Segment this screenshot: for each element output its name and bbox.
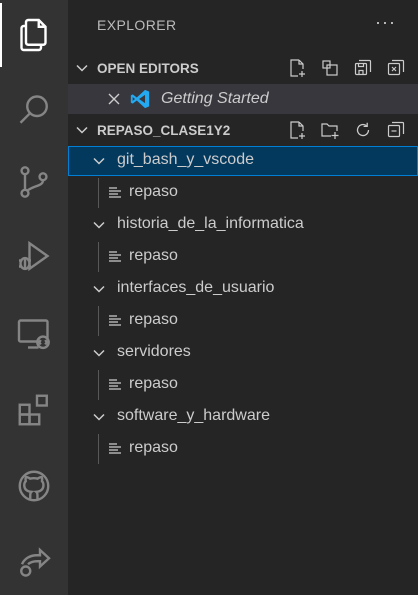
chevron-down-icon bbox=[76, 64, 88, 72]
extensions-icon bbox=[18, 394, 48, 426]
explorer-sidebar: EXPLORER ··· OPEN EDITORS Getting Starte… bbox=[68, 0, 418, 595]
search-icon bbox=[19, 95, 48, 124]
file-label: repaso bbox=[129, 247, 178, 264]
chevron-down-icon bbox=[93, 221, 105, 229]
explorer-header: EXPLORER ··· bbox=[68, 0, 418, 50]
run-debug-icon bbox=[19, 240, 50, 272]
collapse-folders-button[interactable] bbox=[385, 119, 407, 141]
chevron-down-icon bbox=[93, 285, 105, 293]
refresh-explorer-button[interactable] bbox=[352, 119, 374, 141]
folder-label: interfaces_de_usuario bbox=[117, 279, 275, 296]
file-item[interactable]: repaso bbox=[68, 370, 418, 400]
open-editors-title: OPEN EDITORS bbox=[97, 60, 199, 76]
new-folder-icon bbox=[321, 123, 339, 139]
explorer-title: EXPLORER bbox=[97, 17, 177, 33]
close-icon[interactable] bbox=[106, 91, 122, 107]
vscode-icon bbox=[130, 89, 150, 109]
save-all-icon bbox=[354, 59, 372, 76]
new-file-button[interactable] bbox=[286, 119, 308, 141]
folder-label: historia_de_la_informatica bbox=[117, 215, 304, 232]
files-icon bbox=[20, 18, 47, 52]
extensions-activity[interactable] bbox=[0, 378, 68, 442]
live-share-icon bbox=[20, 547, 51, 577]
save-all-button[interactable] bbox=[352, 57, 374, 79]
search-activity[interactable] bbox=[0, 78, 68, 142]
activity-bar bbox=[0, 0, 68, 595]
file-item[interactable]: repaso bbox=[68, 306, 418, 336]
more-actions-icon[interactable]: ··· bbox=[375, 12, 396, 33]
file-lines-icon bbox=[109, 315, 121, 326]
open-editor-label: Getting Started bbox=[161, 90, 269, 107]
github-icon bbox=[18, 470, 50, 502]
run-debug-activity[interactable] bbox=[0, 224, 68, 288]
chevron-down-icon bbox=[93, 349, 105, 357]
file-label: repaso bbox=[129, 183, 178, 200]
folder-git-bash-y-vscode[interactable]: git_bash_y_vscode bbox=[68, 146, 418, 176]
file-item[interactable]: repaso bbox=[68, 242, 418, 272]
file-item[interactable]: repaso bbox=[68, 178, 418, 208]
folder-label: git_bash_y_vscode bbox=[117, 151, 254, 168]
explorer-activity[interactable] bbox=[0, 3, 68, 67]
file-item[interactable]: repaso bbox=[68, 434, 418, 464]
folder-label: servidores bbox=[117, 343, 191, 360]
new-untitled-file-button[interactable] bbox=[286, 57, 308, 79]
toggle-vertical-layout-button[interactable] bbox=[319, 57, 341, 79]
folder-servidores[interactable]: servidores bbox=[68, 338, 418, 368]
file-lines-icon bbox=[109, 251, 121, 262]
new-file-icon bbox=[290, 121, 305, 139]
chevron-down-icon bbox=[93, 413, 105, 421]
refresh-icon bbox=[356, 122, 370, 137]
close-all-editors-button[interactable] bbox=[385, 57, 407, 79]
file-lines-icon bbox=[109, 443, 121, 454]
chevron-down-icon bbox=[93, 157, 105, 165]
file-label: repaso bbox=[129, 375, 178, 392]
file-lines-icon bbox=[109, 379, 121, 390]
file-label: repaso bbox=[129, 439, 178, 456]
folder-software-y-hardware[interactable]: software_y_hardware bbox=[68, 402, 418, 432]
new-file-icon bbox=[290, 59, 305, 77]
file-lines-icon bbox=[109, 187, 121, 198]
source-control-activity[interactable] bbox=[0, 150, 68, 214]
chevron-down-icon bbox=[76, 126, 88, 134]
workspace-title: REPASO_CLASE1Y2 bbox=[97, 122, 231, 138]
source-control-icon bbox=[20, 166, 48, 198]
remote-explorer-icon bbox=[17, 319, 50, 350]
close-all-icon bbox=[387, 59, 405, 76]
remote-explorer-activity[interactable] bbox=[0, 302, 68, 366]
new-folder-button[interactable] bbox=[319, 119, 341, 141]
github-activity[interactable] bbox=[0, 454, 68, 518]
open-editors-header[interactable]: OPEN EDITORS bbox=[68, 54, 418, 82]
folder-interfaces-de-usuario[interactable]: interfaces_de_usuario bbox=[68, 274, 418, 304]
folder-historia-de-la-informatica[interactable]: historia_de_la_informatica bbox=[68, 210, 418, 240]
layout-icon bbox=[322, 60, 338, 76]
collapse-all-icon bbox=[387, 121, 405, 138]
open-editor-item[interactable]: Getting Started bbox=[68, 84, 418, 114]
file-label: repaso bbox=[129, 311, 178, 328]
folder-label: software_y_hardware bbox=[117, 407, 270, 424]
live-share-activity[interactable] bbox=[0, 530, 68, 594]
workspace-header[interactable]: REPASO_CLASE1Y2 bbox=[68, 116, 418, 144]
